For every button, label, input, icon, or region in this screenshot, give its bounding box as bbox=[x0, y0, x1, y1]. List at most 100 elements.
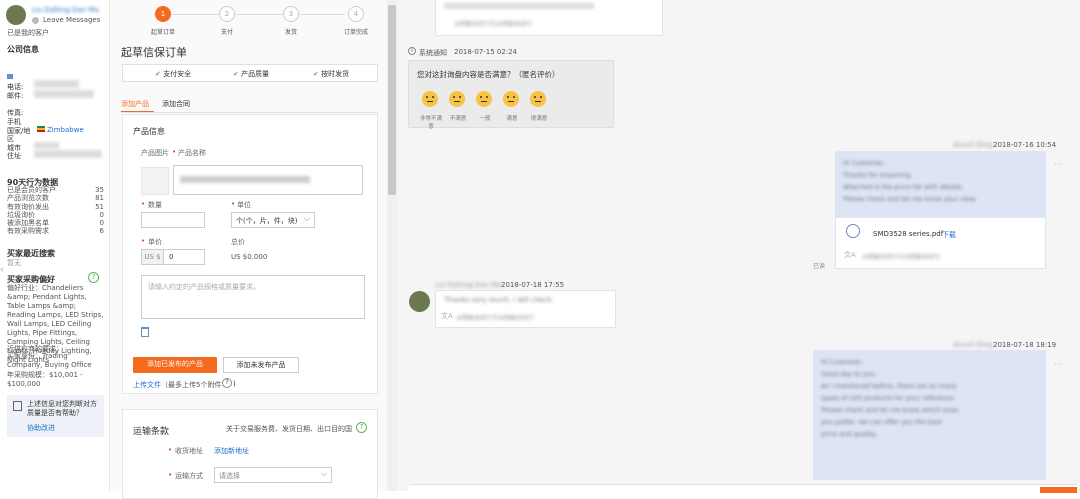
order-step: 1 起草订单 bbox=[143, 6, 183, 36]
buyer-info-panel: Liu Dafeng Dan Ma Leave Messages 已是我的客户 … bbox=[0, 0, 110, 491]
survey-box: 您对这封询盘内容是否满意？（匿名评价） 非常不满意 不满意 一般 满意 很满意 bbox=[408, 60, 614, 130]
feedback-link[interactable]: 协助改进 bbox=[27, 423, 55, 433]
tab-add-contract[interactable]: 添加合同 bbox=[162, 99, 190, 109]
avatar[interactable] bbox=[6, 5, 26, 25]
phone-value bbox=[34, 80, 79, 88]
msg3-bubble: Hi Customer, Good day to you. As I mention… bbox=[813, 350, 1046, 480]
rating-face-icon[interactable] bbox=[503, 91, 519, 107]
check-icon: ✔ bbox=[233, 70, 239, 78]
stat-label: 垃圾询价 bbox=[7, 210, 35, 219]
buyer-name[interactable]: Liu Dafeng Dan Ma bbox=[32, 6, 99, 14]
survey-question: 您对这封询盘内容是否满意？（匿名评价） bbox=[417, 70, 560, 79]
addr-required: • bbox=[168, 446, 173, 454]
rating-label: 不满意 bbox=[449, 116, 467, 122]
product-name-input[interactable] bbox=[173, 165, 363, 195]
system-notice-label: 系统通知 bbox=[419, 49, 447, 57]
shipping-help-icon[interactable]: ? bbox=[356, 422, 367, 433]
feedback-question: 上述信息对您判断对方质量是否有帮助？ bbox=[27, 400, 97, 417]
total-value: US $0.000 bbox=[231, 253, 268, 261]
add-unpublished-product-button[interactable]: 添加未发布产品 bbox=[223, 357, 299, 373]
message-line: Thanks for enquiring. bbox=[843, 171, 913, 179]
stat-value: 35 bbox=[95, 186, 104, 194]
msg3-text: Hi Customer, Good day to you. As I mention… bbox=[821, 356, 958, 440]
chevron-down-icon: ⌵ bbox=[320, 469, 327, 478]
stat-row: 垃圾询价 0 bbox=[7, 211, 104, 219]
rating-face-icon[interactable] bbox=[476, 91, 492, 107]
unit-select-value: 个(个，片，件，块) bbox=[236, 217, 298, 225]
msg1-translate: 对照翻译双行可对照翻译双行 bbox=[862, 254, 941, 261]
shipping-terms-box: 运输条款 关于交易服务费、发货日期、出口目的国 ? • 收货地址 添加新地址 •… bbox=[122, 409, 378, 499]
description-textarea[interactable]: 请输入约定的产品规格或质量要求。 bbox=[141, 275, 365, 319]
avatar[interactable] bbox=[409, 291, 430, 312]
product-info-box: 产品信息 产品图片 • 产品名称 • 数量 • 单位 个(个，片，件，块) ⌵ … bbox=[122, 114, 378, 394]
message-line: Good day to you. bbox=[821, 370, 877, 378]
order-step: 2 支付 bbox=[207, 6, 247, 36]
scrollbar-thumb[interactable] bbox=[388, 5, 396, 195]
country-value: Zimbabwe bbox=[47, 126, 84, 134]
ship-required: • bbox=[168, 471, 173, 479]
rating-face-icon[interactable] bbox=[422, 91, 438, 107]
reply-input[interactable] bbox=[409, 484, 1077, 494]
trash-icon[interactable] bbox=[141, 327, 149, 337]
add-address-link[interactable]: 添加新地址 bbox=[214, 446, 249, 456]
help-icon[interactable]: ? bbox=[88, 272, 99, 283]
leave-messages-link[interactable]: Leave Messages bbox=[43, 16, 100, 24]
ship-method-label: 运输方式 bbox=[175, 472, 203, 480]
system-notice-time: 2018-07-15 02:24 bbox=[454, 48, 518, 56]
message-line: Please check and let me know which ones bbox=[821, 406, 959, 414]
feedback-box: 上述信息对您判断对方质量是否有帮助？ 协助改进 bbox=[7, 395, 104, 437]
file-attachment[interactable]: SMD3528 series.pdf 下载 文A 对照翻译双行可对照翻译双行 bbox=[835, 217, 1046, 269]
upload-help-icon[interactable]: ? bbox=[222, 378, 232, 388]
qty-required: • bbox=[141, 200, 146, 208]
translate-icon: 文A bbox=[441, 312, 453, 320]
msg1-text: Hi Customer, Thanks for enquiring. Attache… bbox=[843, 157, 977, 205]
buyer-identity: 买家身份：Trading Company, Buying Office bbox=[7, 352, 92, 369]
add-published-product-button[interactable]: 添加已发布的产品 bbox=[133, 357, 217, 373]
order-draft-panel: 1 起草订单 2 支付 3 发货 4 订单完成 起草信保订单 ✔ 支付安全 ✔ 产品质量 ✔ 按时… bbox=[110, 0, 387, 499]
stat-label: 产品浏览次数 bbox=[7, 194, 49, 203]
file-download-link[interactable]: 下载 bbox=[942, 230, 956, 240]
page-title: 起草信保订单 bbox=[121, 46, 187, 59]
product-name-value bbox=[180, 176, 310, 183]
feature-label: 支付安全 bbox=[163, 70, 192, 78]
currency-prefix: US $ bbox=[142, 250, 164, 264]
message-line: Hi Customer, bbox=[843, 159, 886, 167]
send-button[interactable] bbox=[1040, 487, 1077, 493]
message-line: Please check and let me know your view. bbox=[843, 195, 977, 203]
collapse-arrow-icon[interactable]: ‹ bbox=[0, 265, 4, 275]
upload-file-link[interactable]: 上传文件 bbox=[133, 380, 161, 390]
check-icon: ✔ bbox=[155, 70, 161, 78]
shipping-title: 运输条款 bbox=[133, 427, 170, 437]
required-mark: • bbox=[172, 148, 177, 156]
description-placeholder: 请输入约定的产品规格或质量要求。 bbox=[148, 283, 260, 291]
message-line: price and quality. bbox=[821, 430, 877, 438]
step-number: 1 bbox=[155, 6, 171, 22]
rating-label: 一般 bbox=[479, 116, 491, 122]
rating-face-icon[interactable] bbox=[530, 91, 546, 107]
stat-label: 有效采购需求 bbox=[7, 227, 49, 236]
stat-value: 0 bbox=[99, 219, 104, 228]
qty-input[interactable] bbox=[141, 212, 205, 228]
stat-label: 有效询价发出 bbox=[7, 202, 49, 211]
upload-hint: （最多上传5个附件 bbox=[161, 381, 222, 389]
translate-icon: 文A bbox=[844, 251, 856, 259]
product-name-label: 产品名称 bbox=[178, 149, 206, 157]
tab-add-product[interactable]: 添加产品 bbox=[121, 99, 149, 109]
unit-select[interactable]: 个(个，片，件，块) ⌵ bbox=[231, 212, 315, 228]
price-input[interactable]: US $ 0 bbox=[141, 249, 205, 265]
file-name[interactable]: SMD3528 series.pdf bbox=[873, 230, 943, 238]
ship-method-select[interactable]: 请选择 ⌵ bbox=[214, 467, 332, 483]
read-status: 已读 bbox=[813, 263, 826, 270]
annual-purchase: 年采购规模：$10,001 - $100,000 bbox=[7, 371, 83, 388]
flag-icon bbox=[37, 126, 45, 132]
mid-scrollbar[interactable] bbox=[387, 0, 397, 491]
msg1-more-icon[interactable]: ··· bbox=[1054, 160, 1062, 169]
translate-line: 对照翻译双行可对照翻译双行 bbox=[454, 21, 533, 28]
shipping-hint: 关于交易服务费、发货日期、出口目的国 bbox=[226, 425, 352, 433]
rating-face-icon[interactable] bbox=[449, 91, 465, 107]
message-text bbox=[444, 3, 594, 9]
msg3-more-icon[interactable]: ··· bbox=[1054, 360, 1062, 369]
stat-row: 有效询价发出 51 bbox=[7, 203, 104, 211]
step-label: 订单完成 bbox=[343, 29, 368, 36]
step-label: 支付 bbox=[220, 29, 233, 36]
